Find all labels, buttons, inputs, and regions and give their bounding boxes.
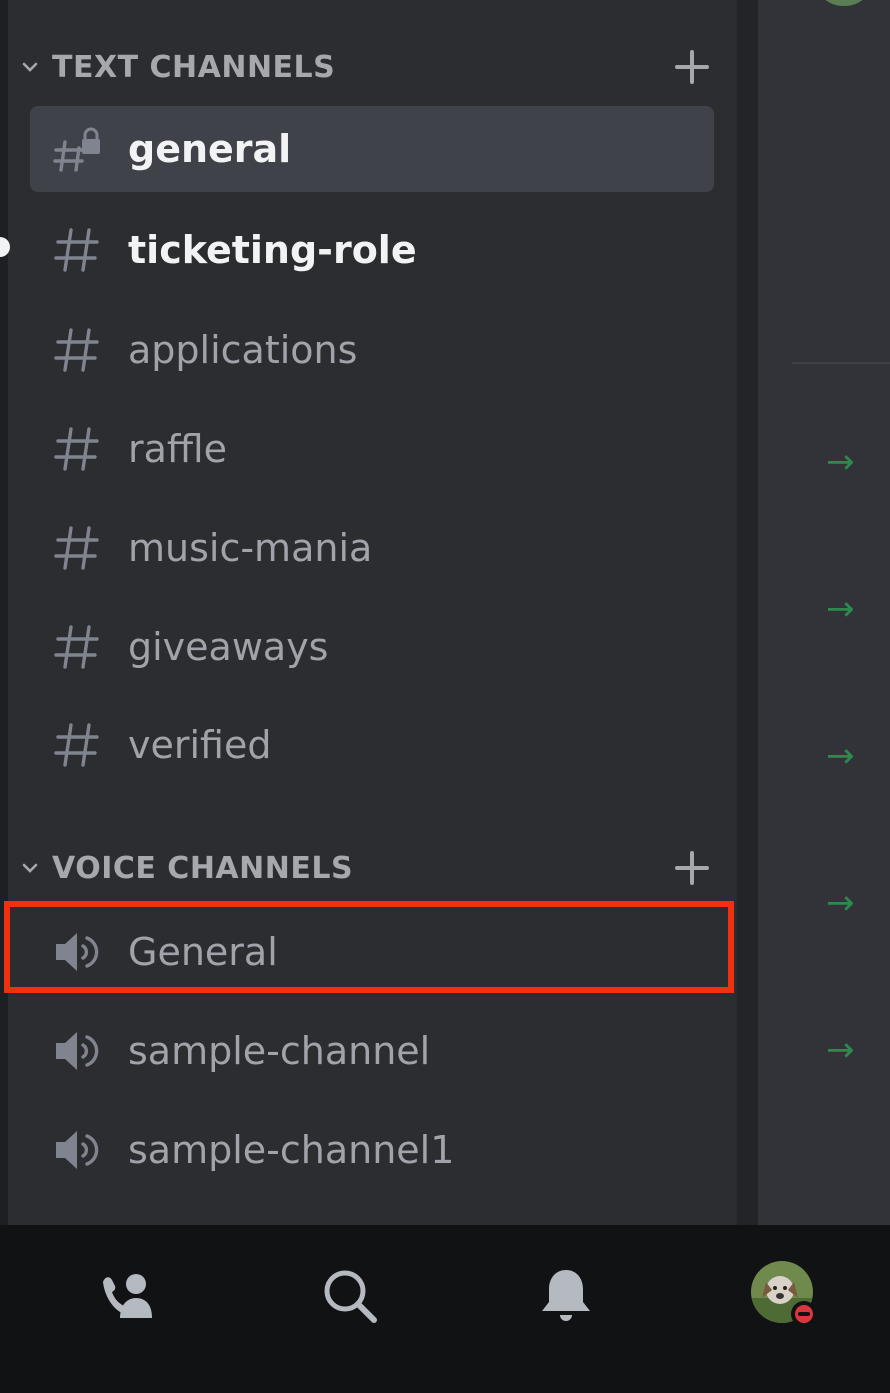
friends-icon[interactable]	[100, 1266, 160, 1326]
member-pane	[758, 0, 890, 1225]
chevron-down-icon	[22, 863, 38, 873]
hashtag-icon	[54, 526, 99, 570]
voice-channel-item-sample-channel[interactable]: sample-channel	[30, 1008, 714, 1094]
hashtag-icon	[54, 625, 99, 669]
voice-channel-item-sample-channel1[interactable]: sample-channel1	[30, 1107, 714, 1193]
hashtag-icon	[54, 723, 99, 767]
channel-name: ticketing-role	[128, 228, 417, 272]
channel-item-ticketing-role[interactable]: ticketing-role	[30, 207, 714, 293]
arrow-icon[interactable]: →	[826, 1033, 866, 1067]
hashtag-icon	[54, 228, 99, 272]
channel-name: general	[128, 127, 292, 171]
chevron-down-icon	[22, 62, 38, 72]
speaker-icon	[56, 1032, 99, 1070]
left-edge	[0, 0, 8, 1225]
channel-name: verified	[128, 723, 272, 767]
channel-item-raffle[interactable]: raffle	[30, 406, 714, 492]
channel-item-music-mania[interactable]: music-mania	[30, 505, 714, 591]
channel-name: raffle	[128, 427, 228, 471]
section-label: VOICE CHANNELS	[52, 850, 354, 886]
hashtag-icon	[54, 328, 99, 372]
text-channels-header[interactable]: TEXT CHANNELS	[20, 47, 720, 87]
arrow-icon[interactable]: →	[826, 739, 866, 773]
channel-item-applications[interactable]: applications	[30, 307, 714, 393]
channel-item-giveaways[interactable]: giveaways	[30, 604, 714, 690]
arrow-icon[interactable]: →	[826, 445, 866, 479]
speaker-icon	[56, 1131, 99, 1169]
section-label: TEXT CHANNELS	[52, 49, 336, 85]
channel-name: sample-channel	[128, 1029, 431, 1073]
channel-name: giveaways	[128, 625, 329, 669]
locked-hashtag-icon	[53, 127, 100, 172]
channel-name: music-mania	[128, 526, 373, 570]
add-channel-icon[interactable]	[674, 850, 710, 886]
add-channel-icon[interactable]	[674, 49, 710, 85]
bell-icon[interactable]	[536, 1266, 596, 1326]
channel-name: applications	[128, 328, 358, 372]
search-icon[interactable]	[320, 1266, 380, 1326]
pane-divider-line	[792, 362, 890, 364]
channel-name: sample-channel1	[128, 1128, 455, 1172]
channel-item-verified[interactable]: verified	[30, 702, 714, 788]
arrow-icon[interactable]: →	[826, 592, 866, 626]
avatar[interactable]	[750, 1260, 820, 1330]
panel-divider	[737, 0, 758, 1225]
voice-channels-header[interactable]: VOICE CHANNELS	[20, 848, 720, 888]
highlight-box	[4, 901, 734, 993]
hashtag-icon	[54, 427, 99, 471]
arrow-icon[interactable]: →	[826, 886, 866, 920]
channel-item-general[interactable]: general	[30, 106, 714, 192]
